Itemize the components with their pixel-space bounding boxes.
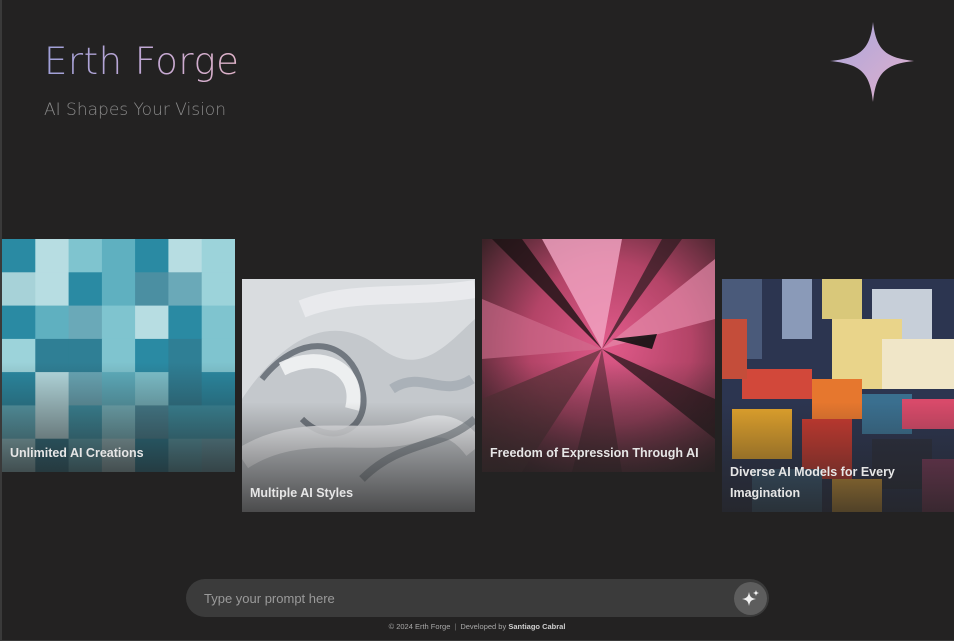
mosaic-tile	[201, 305, 235, 340]
mosaic-tile	[35, 239, 70, 273]
mosaic-tile	[135, 305, 169, 340]
mosaic-tile	[168, 272, 203, 307]
mosaic-tile	[2, 305, 36, 340]
mosaic-tile	[101, 239, 136, 273]
mosaic-tile	[2, 272, 36, 307]
mosaic-tile	[135, 239, 169, 273]
card-caption: Diverse AI Models for Every Imagination	[730, 465, 895, 500]
prompt-bar	[186, 579, 769, 617]
developer-name: Santiago Cabral	[508, 622, 566, 631]
footer-separator: |	[454, 622, 457, 631]
mosaic-tile	[135, 272, 169, 307]
mosaic-tile	[2, 239, 36, 273]
mosaic-tile	[68, 305, 103, 340]
card-caption: Freedom of Expression Through AI	[490, 446, 699, 460]
app-title: Erth Forge	[44, 40, 240, 83]
feature-card[interactable]: Multiple AI Styles	[242, 279, 475, 512]
mosaic-tile	[168, 305, 203, 340]
prompt-input[interactable]	[186, 579, 726, 617]
footer: © 2024 Erth Forge | Developed by Santiago …	[0, 622, 954, 631]
sparkles-icon	[741, 589, 759, 606]
mosaic-tile	[68, 239, 103, 273]
copyright-text: © 2024 Erth Forge	[388, 622, 451, 631]
generate-button[interactable]	[734, 582, 767, 615]
mosaic-tile	[168, 239, 203, 273]
mosaic-tile	[68, 272, 103, 307]
developed-by-text: Developed by	[460, 622, 507, 631]
feature-card[interactable]: Freedom of Expression Through AI	[482, 239, 715, 472]
mosaic-tile	[35, 305, 70, 340]
card-caption: Unlimited AI Creations	[10, 446, 144, 460]
card-caption: Multiple AI Styles	[250, 486, 354, 500]
mosaic-tile	[201, 239, 235, 273]
app-subtitle: AI Shapes Your Vision	[44, 100, 226, 120]
mosaic-tile	[35, 272, 70, 307]
feature-card[interactable]: Unlimited AI Creations	[2, 239, 235, 472]
four-point-sparkle-icon	[830, 22, 914, 102]
mosaic-tile	[101, 305, 136, 340]
mosaic-tile	[201, 272, 235, 307]
mosaic-tile	[101, 272, 136, 307]
feature-card[interactable]: Diverse AI Models for Every Imagination	[722, 279, 954, 512]
